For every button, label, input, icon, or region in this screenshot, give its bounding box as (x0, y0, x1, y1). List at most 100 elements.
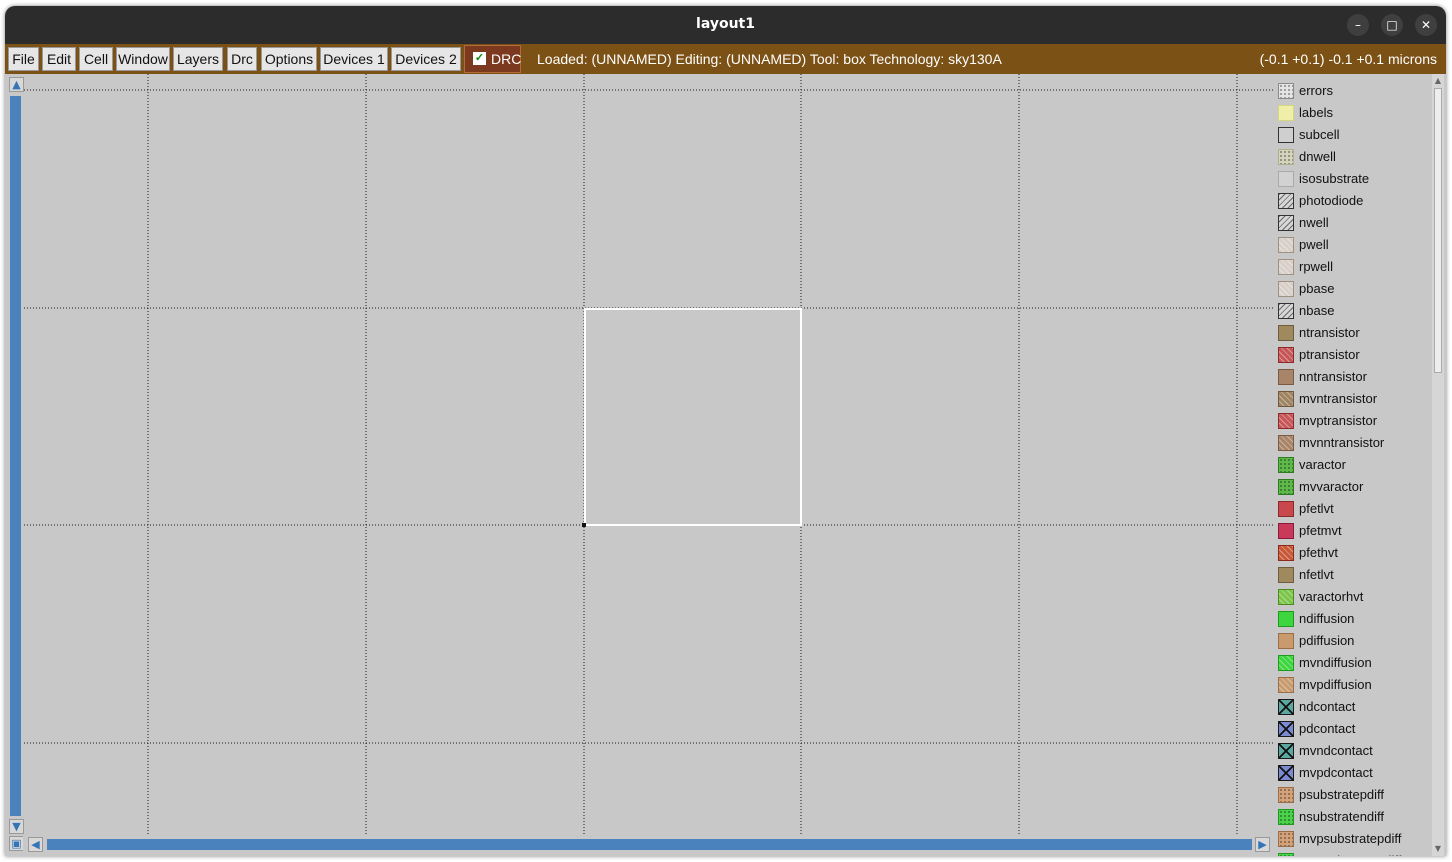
layer-swatch-icon[interactable] (1278, 655, 1294, 671)
layer-item[interactable]: dnwell (1275, 146, 1432, 168)
vertical-scroll-thumb[interactable] (10, 96, 21, 816)
layer-swatch-icon[interactable] (1278, 853, 1294, 856)
layer-swatch-icon[interactable] (1278, 413, 1294, 429)
layer-item[interactable]: mvntransistor (1275, 388, 1432, 410)
layer-swatch-icon[interactable] (1278, 215, 1294, 231)
layer-swatch-icon[interactable] (1278, 281, 1294, 297)
menu-drc[interactable]: Drc (227, 47, 257, 71)
layer-item[interactable]: pdcontact (1275, 718, 1432, 740)
layer-swatch-icon[interactable] (1278, 391, 1294, 407)
layer-item[interactable]: mvndiffusion (1275, 652, 1432, 674)
layer-item[interactable]: labels (1275, 102, 1432, 124)
layer-item[interactable]: nsubstratendiff (1275, 806, 1432, 828)
menu-devices-1[interactable]: Devices 1 (320, 47, 388, 71)
layer-swatch-icon[interactable] (1278, 787, 1294, 803)
layer-swatch-icon[interactable] (1278, 325, 1294, 341)
vertical-scrollbar[interactable]: ▲ ▼ (7, 74, 24, 839)
layer-item[interactable]: ndiffusion (1275, 608, 1432, 630)
arrow-down-icon[interactable]: ▼ (9, 819, 24, 834)
layer-item[interactable]: mvpdiffusion (1275, 674, 1432, 696)
layer-swatch-icon[interactable] (1278, 501, 1294, 517)
layer-item[interactable]: pbase (1275, 278, 1432, 300)
layer-swatch-icon[interactable] (1278, 743, 1294, 759)
layer-swatch-icon[interactable] (1278, 611, 1294, 627)
layer-swatch-icon[interactable] (1278, 149, 1294, 165)
layer-scroll-thumb[interactable] (1434, 88, 1442, 373)
scroll-up-icon[interactable]: ▲ (1433, 76, 1443, 86)
layer-swatch-icon[interactable] (1278, 699, 1294, 715)
layer-item[interactable]: nbase (1275, 300, 1432, 322)
layer-item[interactable]: nntransistor (1275, 366, 1432, 388)
horizontal-scrollbar[interactable]: ◀ ▶ (23, 836, 1275, 852)
layer-swatch-icon[interactable] (1278, 479, 1294, 495)
layer-item[interactable]: ntransistor (1275, 322, 1432, 344)
layer-swatch-icon[interactable] (1278, 435, 1294, 451)
layer-item[interactable]: photodiode (1275, 190, 1432, 212)
layer-item[interactable]: pdiffusion (1275, 630, 1432, 652)
layer-item[interactable]: rpwell (1275, 256, 1432, 278)
layer-swatch-icon[interactable] (1278, 633, 1294, 649)
layer-item[interactable]: pwell (1275, 234, 1432, 256)
layout-canvas[interactable] (24, 74, 1275, 836)
menu-edit[interactable]: Edit (42, 47, 76, 71)
layer-swatch-icon[interactable] (1278, 193, 1294, 209)
layer-item[interactable]: pfethvt (1275, 542, 1432, 564)
layer-item[interactable]: mvpdcontact (1275, 762, 1432, 784)
canvas-grid[interactable] (24, 74, 1275, 836)
layer-swatch-icon[interactable] (1278, 347, 1294, 363)
close-button[interactable]: ✕ (1415, 14, 1437, 36)
layer-item[interactable]: pfetlvt (1275, 498, 1432, 520)
layer-swatch-icon[interactable] (1278, 369, 1294, 385)
layer-item[interactable]: pfetmvt (1275, 520, 1432, 542)
menu-window[interactable]: Window (116, 47, 170, 71)
layer-palette[interactable]: errors labels subcell dnwell isosubstrate pho… (1275, 74, 1432, 856)
layer-item[interactable]: mvndcontact (1275, 740, 1432, 762)
layer-swatch-icon[interactable] (1278, 831, 1294, 847)
layer-swatch-icon[interactable] (1278, 83, 1294, 99)
arrow-up-icon[interactable]: ▲ (9, 77, 24, 92)
layer-swatch-icon[interactable] (1278, 765, 1294, 781)
layer-item[interactable]: psubstratepdiff (1275, 784, 1432, 806)
layer-swatch-icon[interactable] (1278, 677, 1294, 693)
selection-box[interactable] (584, 308, 802, 526)
layer-item[interactable]: mvptransistor (1275, 410, 1432, 432)
layer-item[interactable]: varactorhvt (1275, 586, 1432, 608)
horizontal-scroll-thumb[interactable] (47, 839, 1252, 850)
layer-item[interactable]: varactor (1275, 454, 1432, 476)
maximize-button[interactable]: □ (1381, 14, 1403, 36)
layer-swatch-icon[interactable] (1278, 721, 1294, 737)
checkbox-checked-icon[interactable]: ✓ (473, 52, 486, 65)
layer-item[interactable]: errors (1275, 80, 1432, 102)
layer-swatch-icon[interactable] (1278, 545, 1294, 561)
drc-toggle[interactable]: ✓ DRC (464, 45, 521, 73)
layer-item[interactable]: isosubstrate (1275, 168, 1432, 190)
layer-item[interactable]: mvnsubstratendiff (1275, 850, 1432, 856)
layer-item[interactable]: mvnntransistor (1275, 432, 1432, 454)
arrow-right-icon[interactable]: ▶ (1255, 837, 1270, 852)
layer-swatch-icon[interactable] (1278, 523, 1294, 539)
layer-item[interactable]: ptransistor (1275, 344, 1432, 366)
arrow-left-icon[interactable]: ◀ (28, 837, 43, 852)
layer-swatch-icon[interactable] (1278, 105, 1294, 121)
scroll-down-icon[interactable]: ▼ (1433, 844, 1443, 854)
layer-swatch-icon[interactable] (1278, 589, 1294, 605)
layer-swatch-icon[interactable] (1278, 567, 1294, 583)
menu-options[interactable]: Options (261, 47, 317, 71)
layer-swatch-icon[interactable] (1278, 171, 1294, 187)
menu-file[interactable]: File (8, 47, 39, 71)
layer-swatch-icon[interactable] (1278, 303, 1294, 319)
layer-item[interactable]: nfetlvt (1275, 564, 1432, 586)
menu-layers[interactable]: Layers (173, 47, 223, 71)
layer-item[interactable]: nwell (1275, 212, 1432, 234)
layer-swatch-icon[interactable] (1278, 259, 1294, 275)
minimize-button[interactable]: – (1347, 14, 1369, 36)
layer-item[interactable]: mvvaractor (1275, 476, 1432, 498)
layer-swatch-icon[interactable] (1278, 809, 1294, 825)
menu-cell[interactable]: Cell (79, 47, 113, 71)
zoom-box-icon[interactable]: ▣ (9, 836, 24, 851)
layer-scrollbar[interactable]: ▲ ▼ (1432, 74, 1444, 856)
layer-item[interactable]: mvpsubstratepdiff (1275, 828, 1432, 850)
layer-swatch-icon[interactable] (1278, 237, 1294, 253)
layer-item[interactable]: subcell (1275, 124, 1432, 146)
menu-devices-2[interactable]: Devices 2 (391, 47, 461, 71)
